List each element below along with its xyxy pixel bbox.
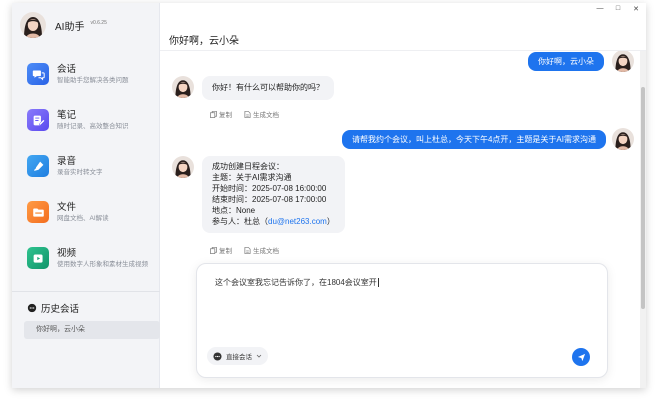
- close-button[interactable]: ✕: [630, 5, 642, 13]
- user-avatar: [612, 128, 634, 150]
- user-avatar: [612, 51, 634, 72]
- chat-bubbles-icon: [27, 63, 49, 85]
- sidebar-item-desc: 使用数字人形象和素材生成视频: [57, 260, 148, 268]
- sidebar-item-chat[interactable]: 会话 智能助手您解决各类问题: [12, 51, 160, 97]
- meeting-line: 结束时间：2025-07-08 17:00:00: [212, 195, 327, 204]
- message-composer[interactable]: 这个会议室我忘记告诉你了，在1804会议室开 直接会话: [196, 263, 608, 378]
- brand: AI助手 v0.6.25: [20, 11, 107, 39]
- chat-panel: — □ ✕ 你好啊，云小朵 你好啊，云小朵 你好！有什么可以帮助你的吗？ 复制 …: [160, 3, 646, 388]
- chat-mode-label: 直接会话: [226, 354, 252, 361]
- copy-button[interactable]: 复制: [210, 109, 232, 119]
- sidebar-item-title: 文件: [57, 201, 77, 213]
- sidebar-item-desc: 录音实时转文字: [57, 168, 103, 176]
- history-title: 历史会话: [41, 304, 80, 315]
- message-list[interactable]: 你好啊，云小朵 你好！有什么可以帮助你的吗？ 复制 生成文档 请帮我约个会议，叫…: [160, 51, 640, 388]
- sidebar-item-recording[interactable]: 录音 录音实时转文字: [12, 143, 160, 189]
- chat-header: 你好啊，云小朵: [160, 15, 646, 51]
- avatar-girl-icon: [172, 76, 194, 98]
- sidebar-nav: 会话 智能助手您解决各类问题 笔记 随时记录、高效整合知识 录音 录音实时转文字…: [12, 51, 160, 281]
- assistant-bubble: 成功创建日程会议： 主题：关于AI需求沟通 开始时间：2025-07-08 16…: [202, 156, 345, 233]
- chat-mode-dropdown[interactable]: 直接会话: [207, 347, 268, 365]
- copy-button[interactable]: 复制: [210, 245, 232, 255]
- chevron-down-icon: [256, 354, 262, 358]
- message-input-value: 这个会议室我忘记告诉你了，在1804会议室开: [215, 278, 377, 287]
- send-icon: [577, 353, 585, 361]
- app-avatar: [20, 12, 46, 38]
- sidebar-item-desc: 网盘文档、AI解读: [57, 214, 109, 222]
- text-caret: [377, 278, 379, 288]
- chat-history-icon: [27, 303, 37, 313]
- message-ai: 成功创建日程会议： 主题：关于AI需求沟通 开始时间：2025-07-08 16…: [172, 156, 345, 233]
- message-user: 请帮我约个会议，叫上杜总，今天下午4点开，主题是关于AI需求沟通: [341, 128, 634, 150]
- chat-mode-icon: [213, 351, 222, 361]
- sidebar-item-desc: 随时记录、高效整合知识: [57, 122, 129, 130]
- attendee-email-link[interactable]: du@net263.com: [268, 217, 327, 226]
- document-icon: [244, 110, 251, 118]
- sidebar-item-title: 视频: [57, 247, 77, 259]
- generate-doc-button[interactable]: 生成文档: [244, 245, 279, 255]
- scrollbar-thumb[interactable]: [641, 87, 645, 309]
- user-bubble: 请帮我约个会议，叫上杜总，今天下午4点开，主题是关于AI需求沟通: [341, 129, 606, 149]
- history-item[interactable]: 你好啊，云小朵: [24, 321, 160, 339]
- sidebar-divider: [12, 291, 160, 292]
- window-controls: — □ ✕: [594, 5, 642, 13]
- sidebar-item-video[interactable]: 视频 使用数字人形象和素材生成视频: [12, 235, 160, 281]
- avatar-girl-icon: [612, 128, 634, 150]
- app-name: AI助手: [55, 21, 85, 33]
- note-pen-icon: [27, 109, 49, 131]
- copy-icon: [210, 246, 217, 254]
- folder-icon: [27, 201, 49, 223]
- message-ai: 你好！有什么可以帮助你的吗？: [172, 76, 334, 100]
- generate-doc-label: 生成文档: [253, 248, 279, 255]
- generate-doc-button[interactable]: 生成文档: [244, 109, 279, 119]
- meeting-line: 地点：None: [212, 206, 256, 215]
- user-bubble: 你好啊，云小朵: [528, 51, 604, 71]
- avatar-girl-icon: [612, 51, 634, 72]
- assistant-avatar: [172, 76, 194, 98]
- meeting-line: 成功创建日程会议：: [212, 162, 284, 171]
- sidebar-item-title: 笔记: [57, 109, 77, 121]
- message-actions: 复制 生成文档: [210, 109, 279, 119]
- history-header: 历史会话: [27, 301, 79, 315]
- sidebar-item-title: 会话: [57, 63, 77, 75]
- meeting-line: 主题：关于AI需求沟通: [212, 173, 292, 182]
- meeting-attendees: 参与人：杜总（du@net263.com）: [212, 216, 335, 227]
- assistant-avatar: [172, 156, 194, 178]
- app-window: AI助手 v0.6.25 会话 智能助手您解决各类问题 笔记 随时记录、高效整合…: [12, 3, 646, 388]
- attendee-suffix: ）: [326, 217, 335, 226]
- maximize-button[interactable]: □: [612, 5, 624, 13]
- scrollbar[interactable]: [640, 51, 646, 388]
- message-user: 你好啊，云小朵: [528, 51, 634, 72]
- generate-doc-label: 生成文档: [253, 112, 279, 119]
- sidebar-item-title: 录音: [57, 155, 77, 167]
- sidebar-item-notes[interactable]: 笔记 随时记录、高效整合知识: [12, 97, 160, 143]
- app-version: v0.6.25: [90, 20, 107, 26]
- sidebar-item-desc: 智能助手您解决各类问题: [57, 76, 129, 84]
- assistant-bubble: 你好！有什么可以帮助你的吗？: [202, 76, 334, 100]
- avatar-girl-icon: [20, 12, 46, 38]
- message-input[interactable]: 这个会议室我忘记告诉你了，在1804会议室开: [215, 277, 379, 288]
- copy-label: 复制: [219, 112, 232, 119]
- document-icon: [244, 246, 251, 254]
- copy-label: 复制: [219, 248, 232, 255]
- page-title: 你好啊，云小朵: [169, 36, 239, 47]
- message-actions: 复制 生成文档: [210, 245, 279, 255]
- video-play-icon: [27, 247, 49, 269]
- avatar-girl-icon: [172, 156, 194, 178]
- attendee-prefix: 参与人：杜总（: [212, 217, 268, 226]
- minimize-button[interactable]: —: [594, 5, 606, 13]
- copy-icon: [210, 110, 217, 118]
- microphone-icon: [27, 155, 49, 177]
- sidebar: AI助手 v0.6.25 会话 智能助手您解决各类问题 笔记 随时记录、高效整合…: [12, 3, 160, 388]
- send-button[interactable]: [572, 348, 590, 366]
- meeting-line: 开始时间：2025-07-08 16:00:00: [212, 184, 327, 193]
- sidebar-item-files[interactable]: 文件 网盘文档、AI解读: [12, 189, 160, 235]
